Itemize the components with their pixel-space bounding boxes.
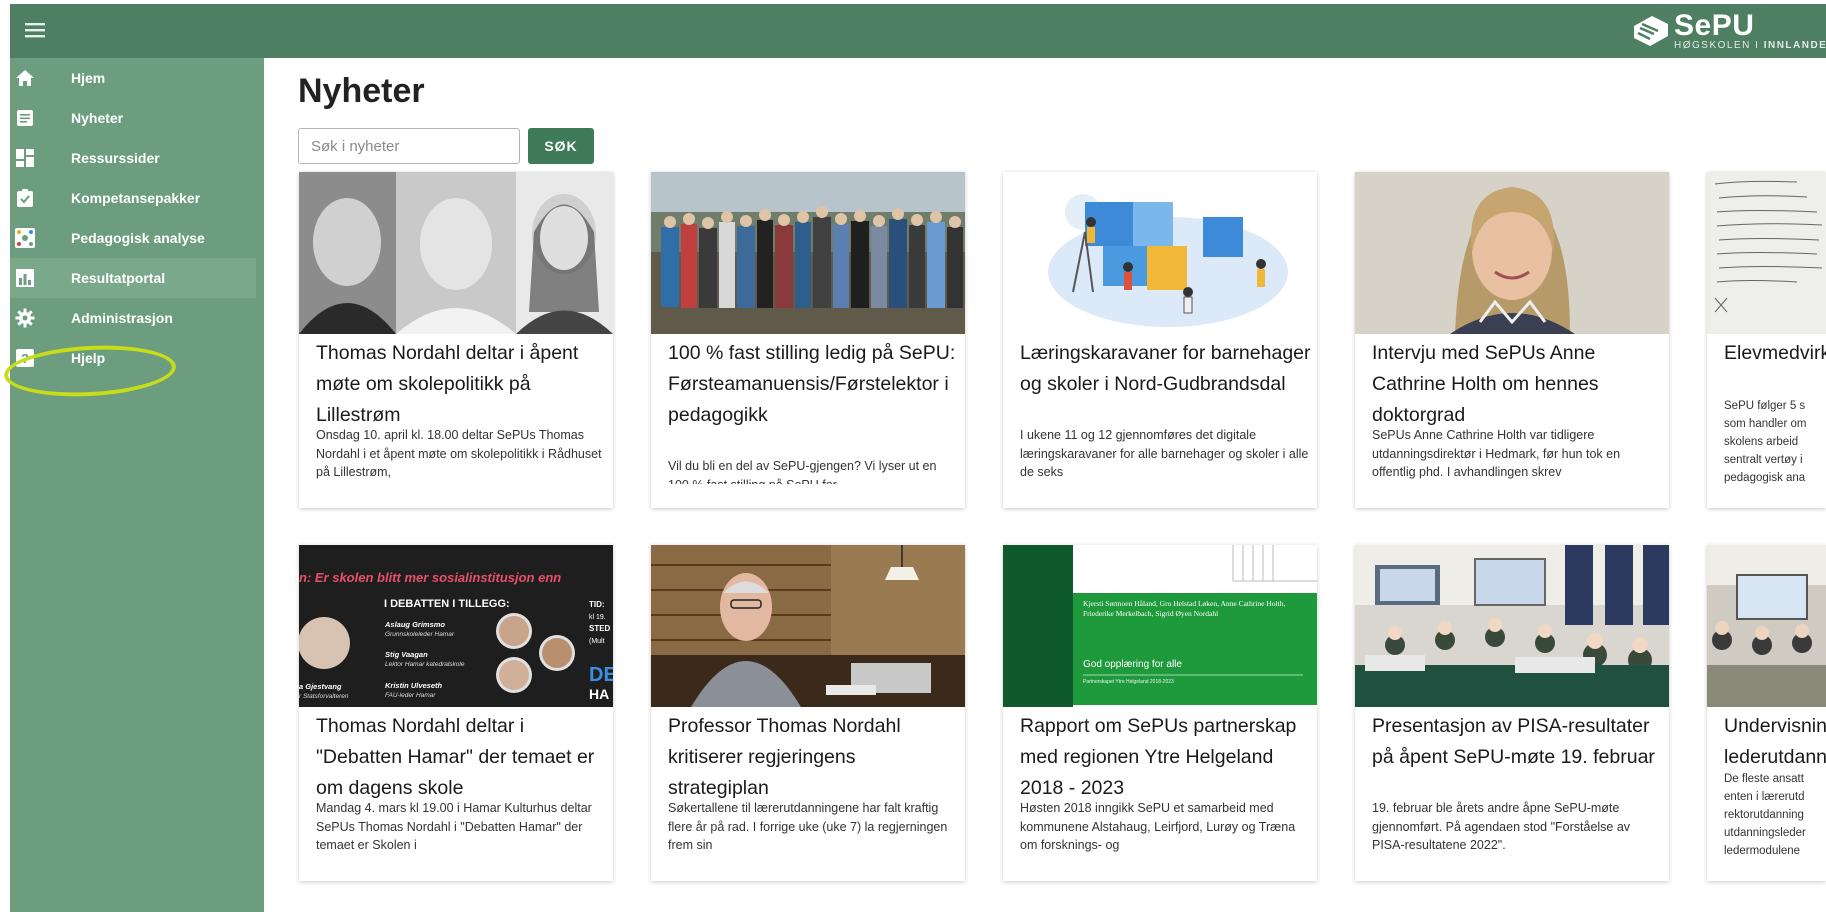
report-title: God opplæring for alle [1083,659,1182,670]
banner-heading: I DEBATTEN I TILLEGG: [384,598,510,610]
news-image [1003,172,1317,334]
news-title: Professor Thomas Nordahl kritiserer regj… [668,715,901,799]
banner-name: Stig Vaagan [385,650,428,659]
news-description: SePUs Anne Cathrine Holth var tidligere … [1372,428,1621,479]
news-card[interactable]: Professor Thomas Nordahl kritiserer regj… [651,545,965,881]
sidebar-item-administrasjon[interactable]: Administrasjon [10,298,256,338]
news-icon [14,107,36,129]
report-authors: Kjersti Sørmoen Håland, Gro Helstad Løke… [1083,599,1286,618]
dashboard-icon [14,147,36,169]
logo-mark-icon [1634,16,1668,46]
news-image [651,545,965,707]
sidebar-item-hjelp[interactable]: ? Hjelp [10,338,256,378]
sidebar-item-label: Ressurssider [71,150,160,166]
banner-side: (Mult [589,638,605,645]
news-title: Thomas Nordahl deltar i åpent møte om sk… [316,342,579,426]
news-title: Undervisning lederutdann [1724,715,1826,768]
home-icon [14,67,36,89]
news-title: Intervju med SePUs Anne Cathrine Holth o… [1372,342,1599,426]
news-image [1707,545,1826,707]
sidebar: Hjem Nyheter Ressurssider Kompetansepakk… [2,58,264,912]
banner-name: Kristin Ulveseth [385,681,443,690]
news-image [1355,172,1669,334]
svg-text:?: ? [21,351,29,366]
news-card[interactable]: n: Er skolen blitt mer sosialinstitusjon… [299,545,613,881]
search-input[interactable] [298,128,520,164]
sepu-logo[interactable]: SePU HØGSKOLEN I INNLANDET [1632,10,1826,52]
news-card[interactable]: Presentasjon av PISA-resultater på åpent… [1355,545,1669,881]
news-card[interactable]: Intervju med SePUs Anne Cathrine Holth o… [1355,172,1669,508]
news-image [1355,545,1669,707]
search-button[interactable]: SØK [528,128,594,164]
clipboard-check-icon [14,187,36,209]
banner-text: n: Er skolen blitt mer sosialinstitusjon… [299,570,561,585]
sidebar-item-label: Hjem [71,70,106,86]
news-image: Kjersti Sørmoen Håland, Gro Helstad Løke… [1003,545,1317,707]
banner-name-left: a Gjestvang [299,682,342,691]
sidebar-item-hjem[interactable]: Hjem [10,58,256,98]
banner-name: Aslaug Grimsmo [384,620,445,629]
news-card[interactable]: Elevmedvirkning i arbeid med SePU følger… [1707,172,1826,508]
news-description: Høsten 2018 inngikk SePU et samarbeid me… [1020,801,1296,852]
news-title: 100 % fast stilling ledig på SePU: Først… [668,342,956,426]
news-description: 19. februar ble årets andre åpne SePU-mø… [1372,801,1631,852]
news-title: Presentasjon av PISA-resultater på åpent… [1372,715,1655,768]
news-image [1707,172,1826,334]
sidebar-item-nyheter[interactable]: Nyheter [10,98,256,138]
news-description: Søkertallene til lærerutdanningene har f… [668,801,948,852]
help-icon: ? [14,347,36,369]
news-description: Mandag 4. mars kl 19.00 i Hamar Kulturhu… [316,801,592,852]
banner-logo: DE [589,664,613,686]
news-description: Onsdag 10. april kl. 18.00 deltar SePUs … [316,428,602,479]
news-card[interactable]: Kjersti Sørmoen Håland, Gro Helstad Løke… [1003,545,1317,881]
news-title: Thomas Nordahl deltar i "Debatten Hamar"… [316,715,595,799]
banner-role-left: r Statsforvalteren [299,693,349,700]
hamburger-menu-icon[interactable] [22,17,48,43]
top-bar: SePU HØGSKOLEN I INNLANDET [10,4,1826,58]
report-small-text: Partnerskapet Ytre Helgeland 2018-2023 [1083,679,1174,685]
gear-icon [14,307,36,329]
banner-side: STED [589,624,611,633]
news-card[interactable]: 100 % fast stilling ledig på SePU: Først… [651,172,965,508]
page-title: Nyheter [298,72,425,110]
news-description: I ukene 11 og 12 gjennomføres det digita… [1020,428,1309,479]
banner-role: Grunnskoleleder Hamar [385,631,455,638]
banner-side: TID: [589,600,605,609]
logo-name: SePU [1674,8,1755,42]
analysis-icon [14,227,36,249]
banner-side: kl 19. [589,614,606,621]
news-title: Rapport om SePUs partnerskap med regione… [1020,715,1297,799]
sidebar-item-kompetansepakker[interactable]: Kompetansepakker [10,178,256,218]
sidebar-item-label: Hjelp [71,350,106,366]
news-image: n: Er skolen blitt mer sosialinstitusjon… [299,545,613,707]
banner-logo: HA [589,686,609,702]
news-title: Elevmedvirkning i arbeid med [1724,342,1826,364]
news-image [651,172,965,334]
news-description: Vil du bli en del av SePU-gjengen? Vi ly… [668,459,937,484]
news-image [299,172,613,334]
logo-sub-bold: INNLANDET [1763,39,1826,51]
sidebar-item-resultatportal[interactable]: Resultatportal [10,258,256,298]
sidebar-item-label: Administrasjon [71,310,173,326]
logo-sub-light: HØGSKOLEN I [1674,39,1764,51]
sidebar-item-pedagogisk-analyse[interactable]: Pedagogisk analyse [10,218,256,258]
sidebar-item-label: Pedagogisk analyse [71,230,205,246]
logo-subtitle: HØGSKOLEN I INNLANDET [1674,40,1826,51]
news-card[interactable]: Undervisning lederutdann De fleste ansat… [1707,545,1826,881]
news-description: SePU følger 5 s som handler om skolens a… [1724,400,1807,484]
news-card[interactable]: Læringskaravaner for barnehager og skole… [1003,172,1317,508]
bar-chart-icon [14,267,36,289]
news-title: Læringskaravaner for barnehager og skole… [1020,342,1311,395]
news-card[interactable]: Thomas Nordahl deltar i åpent møte om sk… [299,172,613,508]
sidebar-item-label: Nyheter [71,110,124,126]
sidebar-item-label: Resultatportal [71,270,166,286]
news-description: De fleste ansatt enten i lærerutd rektor… [1724,773,1806,857]
banner-role: FAU-leder Hamar [385,692,436,699]
sidebar-item-ressurssider[interactable]: Ressurssider [10,138,256,178]
sidebar-item-label: Kompetansepakker [71,190,201,206]
banner-role: Lektor Hamar katedralskole [385,661,465,668]
